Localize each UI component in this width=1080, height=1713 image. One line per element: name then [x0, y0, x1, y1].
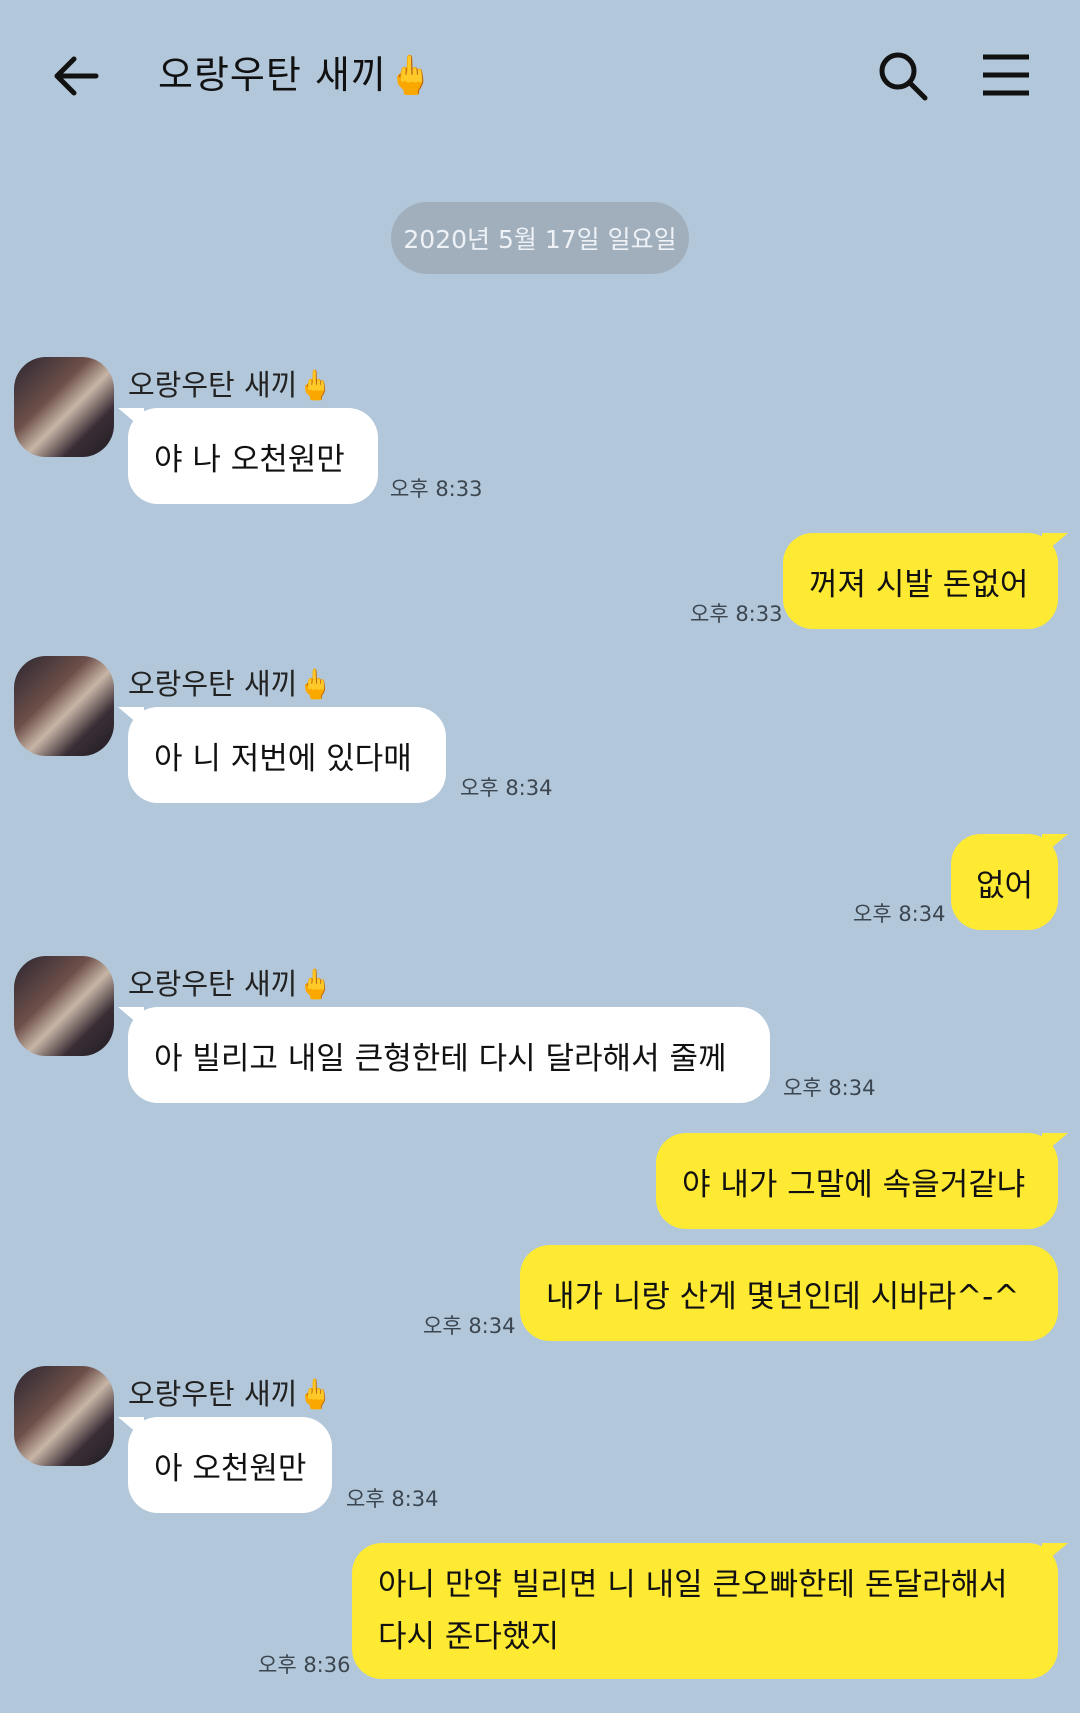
avatar[interactable]: [14, 1366, 114, 1466]
message-bubble-received[interactable]: 아 니 저번에 있다매: [118, 707, 446, 803]
back-button[interactable]: [48, 48, 104, 104]
message-time: 오후 8:33: [690, 602, 783, 626]
message-text-line: 아니 만약 빌리면 니 내일 큰오빠한테 돈달라해서: [378, 1567, 1008, 1603]
message-bubble-sent[interactable]: 꺼져 시발 돈없어: [783, 533, 1068, 629]
chat-header: 오랑우탄 새끼🖕: [0, 0, 1080, 150]
message-text: 아 오천원만: [154, 1450, 307, 1487]
message-bubble-sent[interactable]: 내가 니랑 산게 몇년인데 시바라^-^: [520, 1245, 1058, 1341]
message-time: 오후 8:34: [783, 1076, 876, 1100]
bubble-tail-icon: [118, 1007, 144, 1029]
bubble-tail-icon: [118, 408, 144, 430]
message-text: 꺼져 시발 돈없어: [809, 566, 1029, 603]
chat-title: 오랑우탄 새끼🖕: [158, 53, 436, 97]
message-time: 오후 8:34: [423, 1314, 516, 1338]
message-time: 오후 8:36: [258, 1653, 351, 1677]
bubble-tail-icon: [1042, 1133, 1068, 1155]
message-text: 내가 니랑 산게 몇년인데 시바라^-^: [546, 1278, 1020, 1315]
sender-name: 오랑우탄 새끼🖕: [128, 967, 334, 1001]
avatar[interactable]: [14, 656, 114, 756]
message-time: 오후 8:33: [390, 477, 483, 501]
arrow-left-icon: [54, 56, 99, 96]
message-time: 오후 8:34: [460, 776, 553, 800]
message-text: 야 나 오천원만: [154, 441, 345, 478]
message-text: 아 니 저번에 있다매: [154, 740, 412, 777]
message-bubble-received[interactable]: 아 빌리고 내일 큰형한테 다시 달라해서 줄께: [118, 1007, 770, 1103]
message-time: 오후 8:34: [346, 1487, 439, 1511]
message-bubble-sent[interactable]: 야 내가 그말에 속을거같냐: [656, 1133, 1068, 1229]
bubble-tail-icon: [118, 1417, 144, 1439]
search-button[interactable]: [875, 48, 931, 104]
message-bubble-sent[interactable]: 아니 만약 빌리면 니 내일 큰오빠한테 돈달라해서 다시 준다했지: [352, 1543, 1068, 1679]
message-text: 야 내가 그말에 속을거같냐: [682, 1166, 1026, 1203]
message-bubble-sent[interactable]: 없어: [951, 834, 1068, 930]
bubble-tail-icon: [118, 707, 144, 729]
hamburger-menu-icon: [983, 54, 1029, 96]
sender-name: 오랑우탄 새끼🖕: [128, 1377, 334, 1411]
search-icon: [879, 52, 928, 101]
message-text-line: 다시 준다했지: [378, 1619, 559, 1655]
date-divider: 2020년 5월 17일 일요일: [391, 202, 689, 274]
message-text: 아 빌리고 내일 큰형한테 다시 달라해서 줄께: [154, 1040, 727, 1077]
avatar[interactable]: [14, 956, 114, 1056]
menu-button[interactable]: [980, 50, 1032, 102]
bubble-tail-icon: [1042, 834, 1068, 856]
bubble-tail-icon: [1042, 533, 1068, 555]
sender-name: 오랑우탄 새끼🖕: [128, 667, 334, 701]
message-bubble-received[interactable]: 아 오천원만: [118, 1417, 332, 1513]
message-text: 없어: [975, 867, 1034, 904]
message-bubble-received[interactable]: 야 나 오천원만: [118, 408, 378, 504]
avatar[interactable]: [14, 357, 114, 457]
message-time: 오후 8:34: [853, 902, 946, 926]
sender-name: 오랑우탄 새끼🖕: [128, 368, 334, 402]
bubble-tail-icon: [1042, 1543, 1068, 1565]
